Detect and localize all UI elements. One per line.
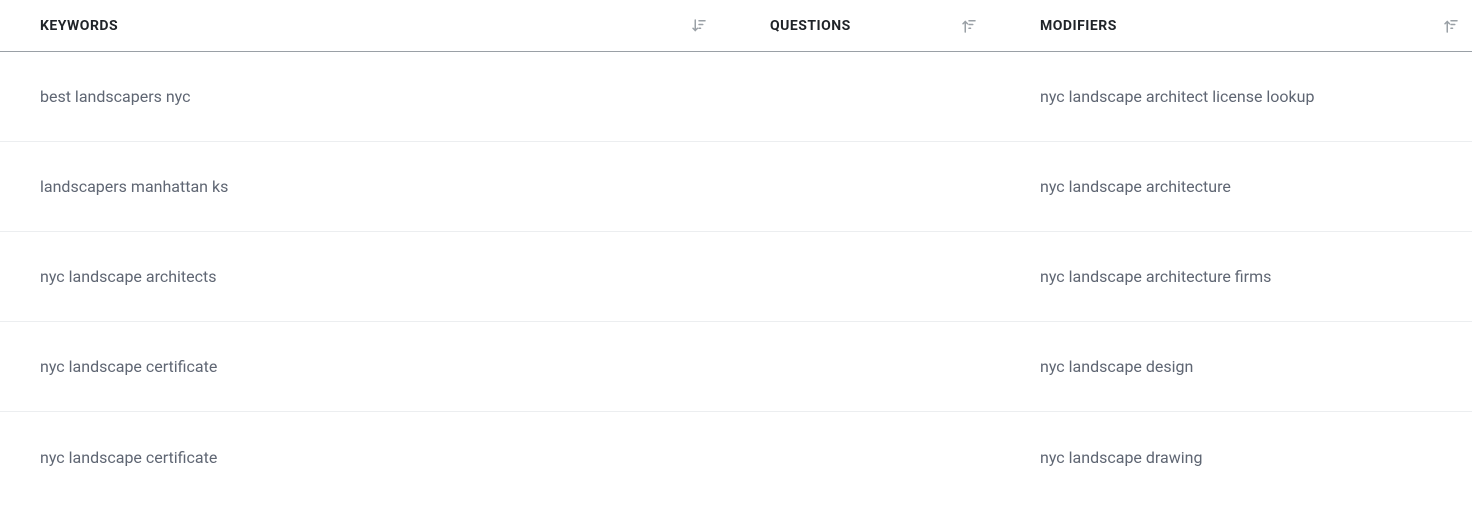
column-label: MODIFIERS [1040,18,1117,34]
column-label: QUESTIONS [770,18,851,34]
table-row: nyc landscape certificate nyc landscape … [0,412,1472,502]
column-label: KEYWORDS [40,18,118,34]
table-row: landscapers manhattan ks nyc landscape a… [0,142,1472,232]
sort-desc-icon[interactable] [690,17,708,35]
cell-modifiers[interactable]: nyc landscape drawing [990,448,1472,467]
table-row: best landscapers nyc nyc landscape archi… [0,52,1472,142]
cell-modifiers[interactable]: nyc landscape design [990,357,1472,376]
cell-keywords[interactable]: best landscapers nyc [0,87,720,106]
cell-modifiers[interactable]: nyc landscape architecture [990,177,1472,196]
table-row: nyc landscape certificate nyc landscape … [0,322,1472,412]
cell-modifiers[interactable]: nyc landscape architecture firms [990,267,1472,286]
cell-keywords[interactable]: nyc landscape certificate [0,448,720,467]
cell-keywords[interactable]: nyc landscape certificate [0,357,720,376]
column-header-questions[interactable]: QUESTIONS [720,17,990,35]
table-row: nyc landscape architects nyc landscape a… [0,232,1472,322]
cell-modifiers[interactable]: nyc landscape architect license lookup [990,87,1472,106]
sort-asc-icon[interactable] [960,17,978,35]
column-header-keywords[interactable]: KEYWORDS [0,17,720,35]
cell-keywords[interactable]: landscapers manhattan ks [0,177,720,196]
keyword-table: KEYWORDS QUESTIONS [0,0,1472,502]
sort-asc-icon[interactable] [1442,17,1460,35]
table-header-row: KEYWORDS QUESTIONS [0,0,1472,52]
cell-keywords[interactable]: nyc landscape architects [0,267,720,286]
column-header-modifiers[interactable]: MODIFIERS [990,17,1472,35]
